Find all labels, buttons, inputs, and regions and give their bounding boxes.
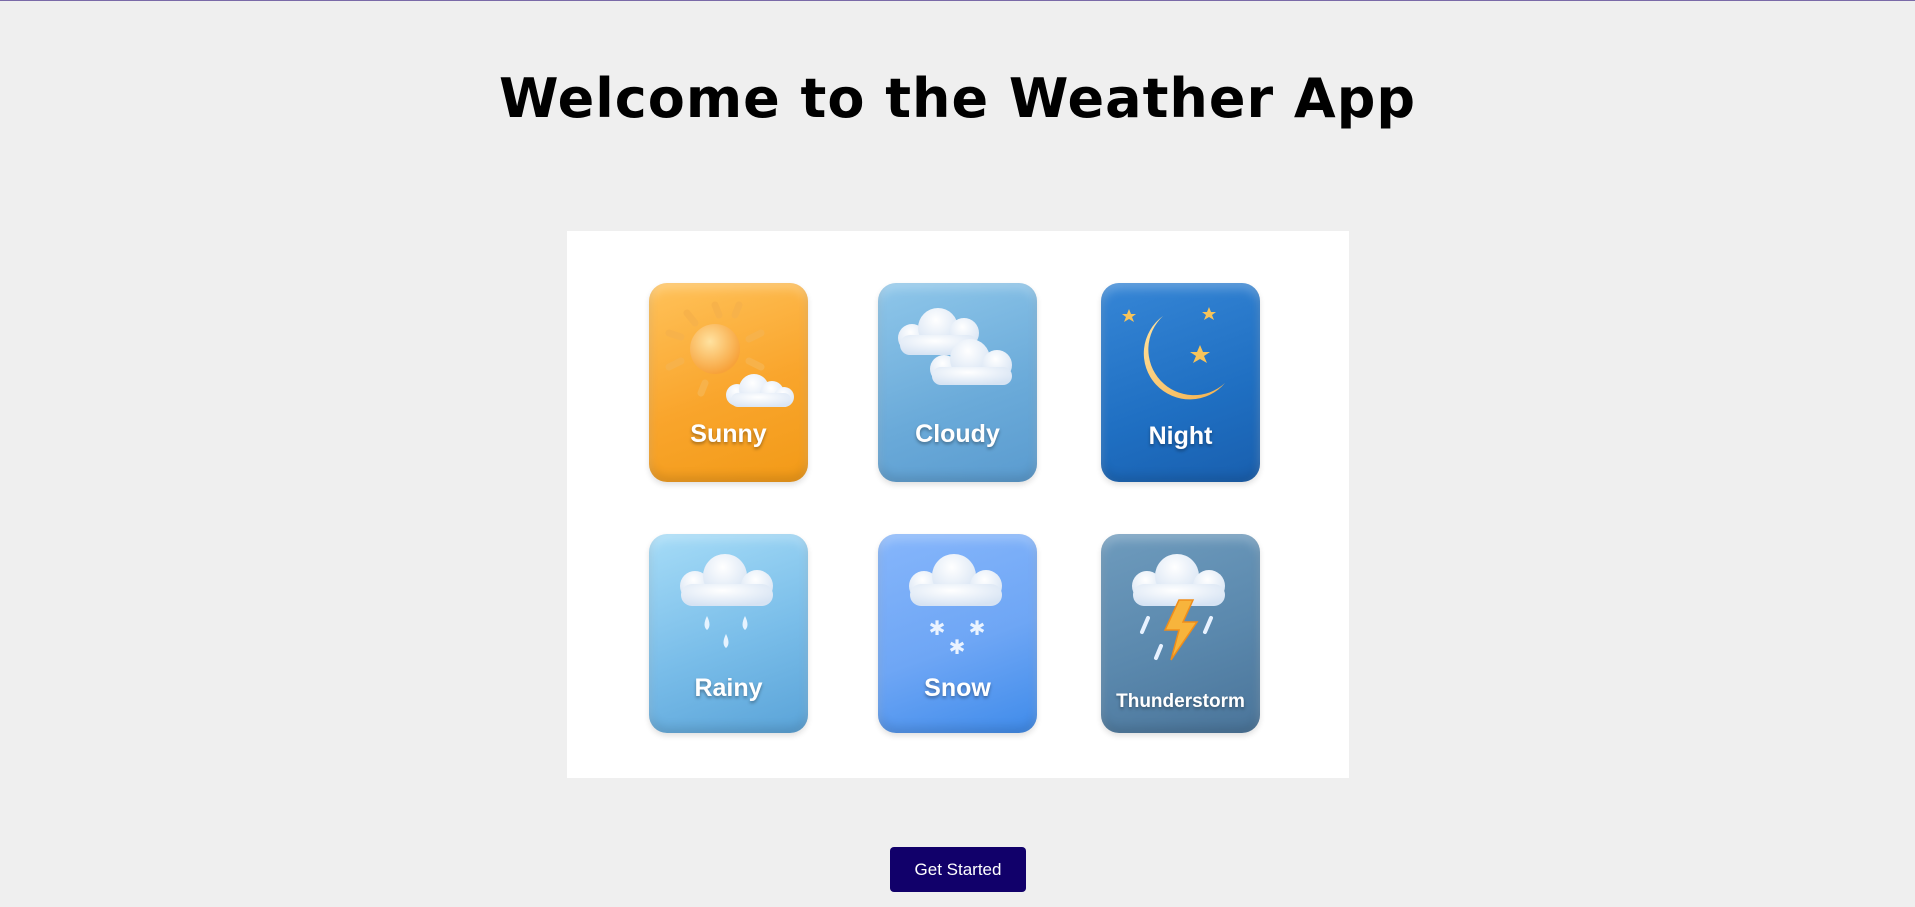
svg-text:✱: ✱ bbox=[969, 616, 986, 640]
tile-label-cloudy: Cloudy bbox=[915, 420, 1000, 448]
svg-text:✱: ✱ bbox=[949, 635, 966, 659]
tile-label-thunderstorm: Thunderstorm bbox=[1116, 691, 1245, 712]
tile-night: Night bbox=[1101, 283, 1260, 482]
sun-cloud-icon bbox=[665, 301, 794, 407]
tile-cloudy: Cloudy bbox=[878, 283, 1037, 482]
tile-snow: ✱ ✱ ✱ Snow bbox=[878, 534, 1037, 733]
get-started-button[interactable]: Get Started bbox=[890, 847, 1026, 892]
svg-text:✱: ✱ bbox=[929, 616, 946, 640]
tile-label-rainy: Rainy bbox=[694, 674, 763, 702]
tile-label-night: Night bbox=[1148, 422, 1213, 450]
tile-thunderstorm: Thunderstorm bbox=[1101, 534, 1260, 733]
tile-label-sunny: Sunny bbox=[690, 420, 767, 448]
tile-sunny: Sunny bbox=[649, 283, 808, 482]
page-title: Welcome to the Weather App bbox=[498, 67, 1417, 130]
snow-cloud-icon: ✱ ✱ ✱ bbox=[909, 554, 1002, 659]
tile-rainy: Rainy bbox=[649, 534, 808, 733]
tile-label-snow: Snow bbox=[924, 674, 991, 702]
moon-stars-icon bbox=[1122, 307, 1225, 400]
weather-tiles-panel: Sunny Cloudy Night Rainy ✱ ✱ ✱ Snow Thun… bbox=[567, 231, 1349, 778]
cloud-icon bbox=[898, 308, 1012, 385]
rain-cloud-icon bbox=[680, 554, 773, 648]
